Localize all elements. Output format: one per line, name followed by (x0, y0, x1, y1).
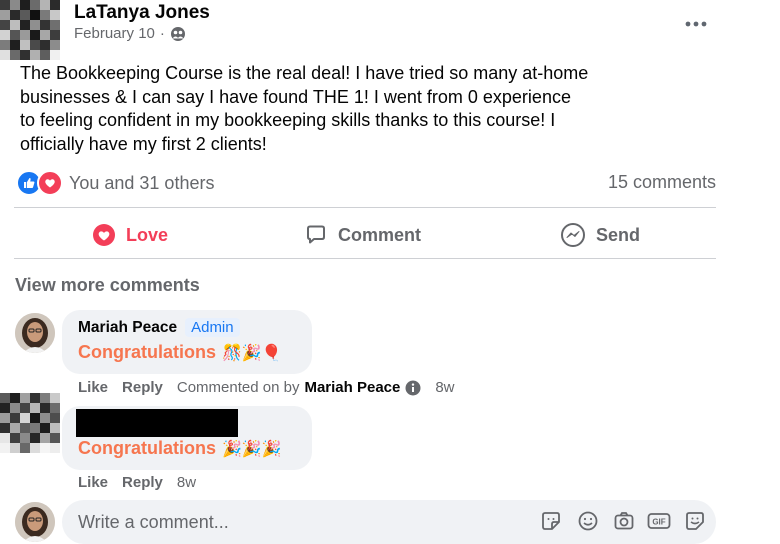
reply-button[interactable]: Reply (122, 379, 163, 396)
post-meta: February 10 · (74, 25, 186, 42)
comment-icon (304, 223, 328, 247)
comment-content: Congratulations 🎊🎉🎈 (78, 342, 282, 363)
send-button[interactable]: Send (560, 218, 640, 252)
info-icon[interactable] (405, 380, 421, 396)
commented-on-by-name[interactable]: Mariah Peace (304, 379, 400, 396)
divider (14, 207, 716, 208)
post-body: The Bookkeeping Course is the real deal!… (20, 63, 589, 154)
avatar-sticker-icon[interactable] (684, 510, 706, 532)
gif-icon[interactable]: GIF (647, 510, 671, 532)
comment-input-placeholder: Write a comment... (78, 512, 229, 532)
emoji-icon[interactable] (577, 510, 599, 532)
send-label: Send (596, 224, 641, 245)
gif-icon-label: GIF (652, 518, 665, 527)
sticker-icon[interactable] (540, 510, 562, 532)
view-more-comments-link[interactable]: View more comments (15, 275, 200, 296)
redacted-author-name (76, 409, 238, 437)
poster-name[interactable]: LaTanya Jones (74, 2, 210, 24)
celebration-emojis: 🎊🎉🎈 (222, 344, 282, 362)
post-date[interactable]: February 10 (74, 25, 155, 42)
more-options-button[interactable] (684, 8, 708, 34)
comment-label: Comment (338, 224, 422, 245)
commenter-avatar[interactable] (0, 393, 60, 453)
comment-header: Mariah Peace Admin (78, 318, 240, 337)
love-label: Love (126, 224, 169, 245)
comments-count[interactable]: 15 comments (608, 172, 716, 193)
camera-icon[interactable] (613, 510, 635, 532)
celebration-emojis: 🎉🎉🎉 (222, 440, 282, 458)
comment-time[interactable]: 8w (177, 474, 196, 491)
reactions-summary[interactable]: You and 31 others (16, 170, 214, 196)
more-horizontal-icon (685, 21, 707, 27)
comment-button[interactable]: Comment (304, 218, 421, 252)
commented-on-by-label: Commented on by (176, 379, 300, 396)
heart-icon (92, 223, 116, 247)
commenter-avatar[interactable] (15, 313, 55, 353)
reactions-text[interactable]: You and 31 others (69, 173, 214, 194)
like-comment-button[interactable]: Like (78, 474, 108, 491)
admin-badge: Admin (185, 318, 240, 337)
comment-author[interactable]: Mariah Peace (78, 319, 177, 337)
current-user-avatar[interactable] (15, 502, 55, 542)
comment-content: Congratulations 🎉🎉🎉 (78, 438, 282, 459)
messenger-icon (560, 222, 586, 248)
comment-text: Congratulations (78, 438, 216, 458)
commented-on-by: Commented on by Mariah Peace (177, 379, 421, 396)
comment-actions: Like Reply Commented on by Mariah Peace … (78, 379, 455, 396)
divider (14, 258, 716, 259)
poster-avatar[interactable] (0, 0, 60, 60)
comment-time[interactable]: 8w (435, 379, 454, 396)
comment-text: Congratulations (78, 342, 216, 362)
like-comment-button[interactable]: Like (78, 379, 108, 396)
meta-separator: · (159, 25, 165, 42)
love-reaction-icon (37, 170, 63, 196)
love-button[interactable]: Love (92, 218, 168, 252)
comment-actions: Like Reply 8w (78, 474, 196, 491)
audience-friends-icon[interactable] (170, 26, 186, 42)
reply-button[interactable]: Reply (122, 474, 163, 491)
